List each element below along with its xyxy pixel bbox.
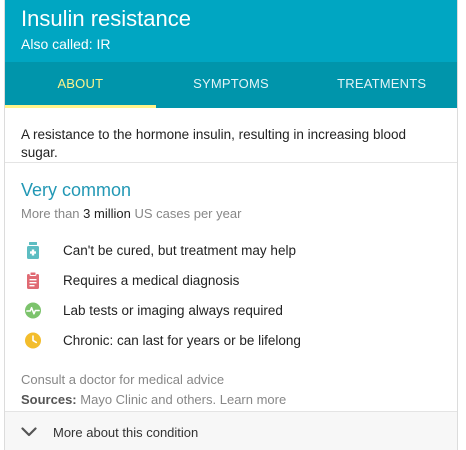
clock-icon (25, 331, 41, 349)
learn-more-link[interactable]: Learn more (220, 392, 286, 407)
card-header: Insulin resistance Also called: IR (5, 0, 457, 62)
condition-description: A resistance to the hormone insulin, res… (5, 108, 457, 163)
tab-symptoms[interactable]: SYMPTOMS (156, 62, 307, 108)
fact-text: Requires a medical diagnosis (63, 272, 240, 288)
heartbeat-icon (25, 301, 41, 319)
fact-item: Requires a medical diagnosis (21, 265, 441, 295)
condition-title: Insulin resistance (21, 6, 191, 31)
fact-text: Chronic: can last for years or be lifelo… (63, 332, 301, 348)
cases-count: 3 million (83, 206, 131, 221)
cases-suffix: US cases per year (134, 206, 242, 221)
prevalence-heading: Very common (21, 180, 132, 200)
sources-text: Mayo Clinic and others. (80, 392, 217, 407)
fact-text: Can't be cured, but treatment may help (63, 242, 296, 258)
condition-card: Insulin resistance Also called: IR ABOUT… (4, 0, 458, 450)
clipboard-icon (25, 271, 41, 289)
fact-list: Can't be cured, but treatment may help R… (21, 235, 441, 355)
fact-item: Lab tests or imaging always required (21, 295, 441, 325)
more-about-label: More about this condition (53, 424, 199, 440)
also-called: Also called: IR (21, 36, 111, 52)
prevalence-section: Very common More than 3 million US cases… (5, 163, 457, 407)
sources-line: Sources: Mayo Clinic and others. Learn m… (21, 392, 441, 407)
fact-item: Can't be cured, but treatment may help (21, 235, 441, 265)
fact-item: Chronic: can last for years or be lifelo… (21, 325, 441, 355)
tab-about[interactable]: ABOUT (5, 62, 156, 108)
cases-per-year: More than 3 million US cases per year (21, 206, 441, 221)
fact-text: Lab tests or imaging always required (63, 302, 283, 318)
sources-label: Sources: (21, 392, 77, 407)
tab-bar: ABOUT SYMPTOMS TREATMENTS (5, 62, 457, 108)
cases-prefix: More than (21, 206, 80, 221)
tab-treatments[interactable]: TREATMENTS (306, 62, 457, 108)
chevron-down-icon (21, 427, 37, 437)
medicine-bottle-icon (25, 241, 41, 259)
more-about-condition-button[interactable]: More about this condition (5, 411, 457, 450)
consult-doctor-note: Consult a doctor for medical advice (21, 372, 225, 387)
